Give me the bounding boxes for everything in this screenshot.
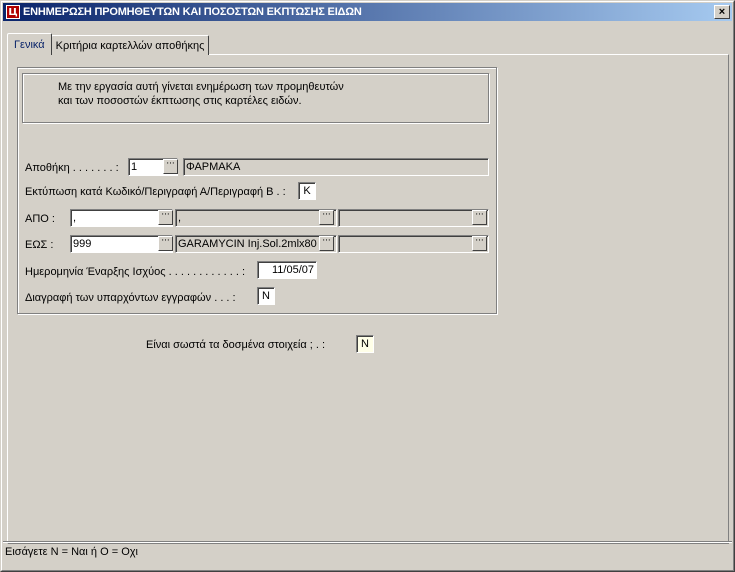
from-label: ΑΠΟ : bbox=[25, 213, 55, 225]
from-desc-b-field[interactable] bbox=[338, 209, 489, 227]
from-desc-a-field[interactable]: , bbox=[175, 209, 337, 227]
main-window: Ц ΕΝΗΜΕΡΩΣΗ ΠΡΟΜΗΘΕΥΤΩΝ ΚΑΙ ΠΟΣΟΣΤΩΝ ΕΚΠ… bbox=[0, 0, 735, 572]
warehouse-name-field: ΦΑΡΜΑΚΑ bbox=[183, 158, 489, 176]
delete-existing-label: Διαγραφή των υπαρχόντων εγγραφών . . . : bbox=[25, 292, 236, 304]
start-date-field[interactable]: 11/05/07 bbox=[257, 261, 317, 279]
to-label: ΕΩΣ : bbox=[25, 239, 54, 251]
to-desc-b-field[interactable] bbox=[338, 235, 489, 253]
close-button[interactable]: × bbox=[714, 5, 730, 19]
confirm-label: Είναι σωστά τα δοσμένα στοιχεία ; . : bbox=[146, 339, 326, 351]
warehouse-label: Αποθήκη . . . . . . . : bbox=[25, 162, 119, 174]
tab-general[interactable]: Γενικά bbox=[7, 33, 52, 55]
to-desc-b-lookup-button[interactable]: ··· bbox=[472, 236, 487, 251]
from-code-lookup-button[interactable]: ··· bbox=[158, 210, 173, 225]
window-title: ΕΝΗΜΕΡΩΣΗ ΠΡΟΜΗΘΕΥΤΩΝ ΚΑΙ ΠΟΣΟΣΤΩΝ ΕΚΠΤΩ… bbox=[23, 6, 362, 18]
to-desc-a-lookup-button[interactable]: ··· bbox=[319, 236, 334, 251]
status-text: Εισάγετε N = Ναι ή O = Οχι bbox=[5, 546, 138, 558]
start-date-label: Ημερομηνία Έναρξης Ισχύος . . . . . . . … bbox=[25, 266, 246, 278]
tab-strip: Γενικά Κριτήρια καρτελλών αποθήκης bbox=[7, 33, 210, 55]
tab-warehouse-card-criteria[interactable]: Κριτήρια καρτελλών αποθήκης bbox=[50, 35, 210, 55]
print-by-field[interactable]: K bbox=[298, 182, 316, 200]
delete-existing-field[interactable]: N bbox=[257, 287, 275, 305]
print-by-label: Εκτύπωση κατά Κωδικό/Περιγραφή Α/Περιγρα… bbox=[25, 186, 286, 198]
warehouse-lookup-button[interactable]: ··· bbox=[163, 159, 178, 174]
from-desc-b-lookup-button[interactable]: ··· bbox=[472, 210, 487, 225]
from-desc-a-lookup-button[interactable]: ··· bbox=[319, 210, 334, 225]
title-bar[interactable]: Ц ΕΝΗΜΕΡΩΣΗ ΠΡΟΜΗΘΕΥΤΩΝ ΚΑΙ ΠΟΣΟΣΤΩΝ ΕΚΠ… bbox=[3, 3, 732, 21]
to-code-lookup-button[interactable]: ··· bbox=[158, 236, 173, 251]
app-icon: Ц bbox=[6, 5, 20, 19]
confirm-field[interactable]: N bbox=[356, 335, 374, 353]
description-line-2: και των ποσοστών έκπτωσης στις καρτέλες … bbox=[58, 95, 302, 107]
to-desc-a-field[interactable]: GARAMYCIN Inj.Sol.2mlx80 bbox=[175, 235, 337, 253]
description-line-1: Με την εργασία αυτή γίνεται ενημέρωση τω… bbox=[58, 81, 344, 93]
status-bar: Εισάγετε N = Ναι ή O = Οχι bbox=[3, 541, 732, 570]
